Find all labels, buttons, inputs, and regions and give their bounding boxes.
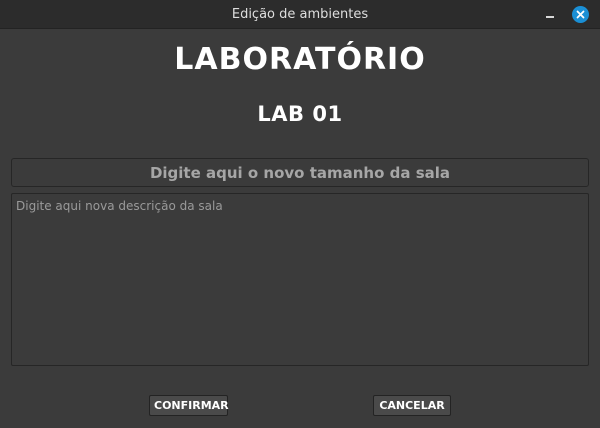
edit-environment-window: Edição de ambientes LABORATÓRIO LAB 01 C… [0, 0, 600, 428]
title-bar: Edição de ambientes [0, 0, 600, 29]
room-name: LAB 01 [257, 102, 343, 126]
close-icon[interactable] [572, 6, 589, 23]
window-title: Edição de ambientes [231, 7, 369, 22]
room-size-input[interactable] [11, 158, 589, 187]
cancel-button[interactable]: CANCELAR [373, 395, 451, 416]
room-description-textarea[interactable] [11, 193, 589, 366]
minimize-icon[interactable] [542, 6, 558, 22]
confirm-button[interactable]: CONFIRMAR [149, 395, 229, 416]
category-title: LABORATÓRIO [174, 42, 426, 77]
